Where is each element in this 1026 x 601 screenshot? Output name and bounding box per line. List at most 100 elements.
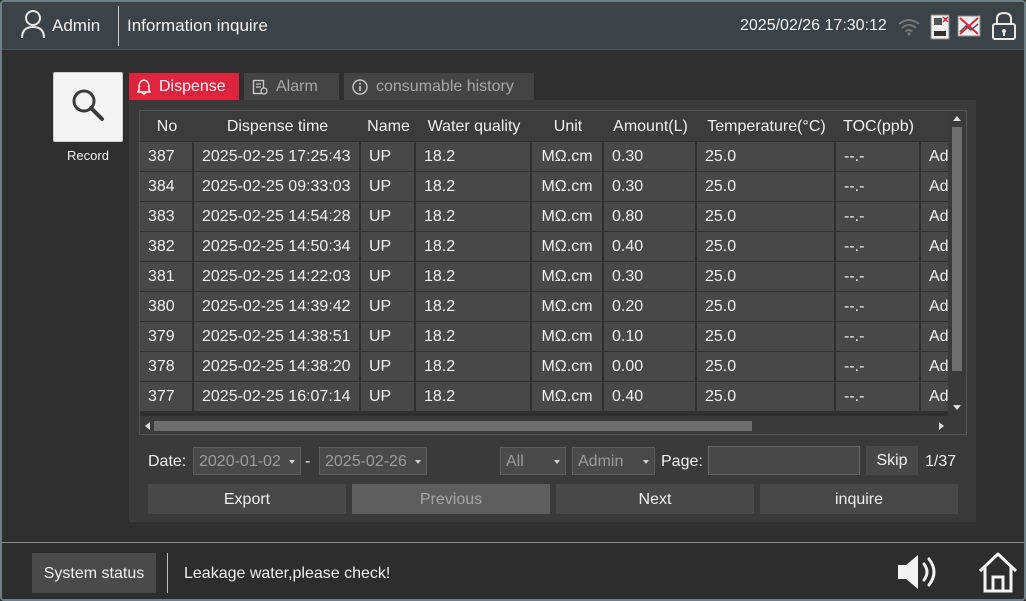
- table-cell: Ad: [921, 172, 951, 201]
- column-header[interactable]: Unit: [532, 111, 604, 141]
- table-cell: 18.2: [416, 232, 532, 261]
- table-cell: 2025-02-25 14:50:34: [194, 232, 361, 261]
- footer-divider: [167, 553, 168, 593]
- tab-consumable-history[interactable]: consumable history: [344, 73, 534, 100]
- bottom-bar: System status Leakage water,please check…: [2, 542, 1024, 599]
- tab-dispense[interactable]: Dispense: [129, 73, 239, 100]
- table-row[interactable]: 377 2025-02-25 16:07:14 UP 18.2 MΩ.cm 0.40 25.…: [140, 382, 951, 411]
- chevron-down-icon: [554, 460, 560, 464]
- table-cell: UP: [361, 142, 416, 171]
- skip-button[interactable]: Skip: [866, 446, 918, 475]
- table-cell: UP: [361, 292, 416, 321]
- table-cell: MΩ.cm: [532, 322, 604, 351]
- table-cell: 25.0: [697, 262, 836, 291]
- bell-icon: [137, 78, 151, 95]
- table-cell: MΩ.cm: [532, 352, 604, 381]
- table-row[interactable]: 381 2025-02-25 14:22:03 UP 18.2 MΩ.cm 0.30 25.…: [140, 262, 951, 291]
- scroll-right-icon[interactable]: [938, 421, 946, 431]
- column-header[interactable]: Water quality: [416, 111, 532, 141]
- table-cell: 2025-02-25 14:39:42: [194, 292, 361, 321]
- table-cell: MΩ.cm: [532, 202, 604, 231]
- table-cell: MΩ.cm: [532, 262, 604, 291]
- type-filter-select[interactable]: All: [500, 447, 566, 475]
- table-row[interactable]: 384 2025-02-25 09:33:03 UP 18.2 MΩ.cm 0.30 25.…: [140, 172, 951, 201]
- record-button[interactable]: [53, 72, 123, 142]
- table-cell: 25.0: [697, 172, 836, 201]
- horizontal-scroll-thumb[interactable]: [154, 421, 752, 431]
- user-icon: [20, 9, 46, 44]
- date-from-select[interactable]: 2020-01-02: [193, 447, 301, 475]
- date-label: Date:: [148, 453, 187, 470]
- speaker-icon[interactable]: [896, 552, 942, 597]
- table-cell: Ad: [921, 382, 951, 411]
- table-cell: 25.0: [697, 142, 836, 171]
- table-cell: 25.0: [697, 322, 836, 351]
- tab-label: Alarm: [276, 77, 318, 95]
- table-cell: 25.0: [697, 382, 836, 411]
- table-cell: 383: [140, 202, 194, 231]
- table-cell: 0.20: [604, 292, 697, 321]
- table-row[interactable]: 378 2025-02-25 14:38:20 UP 18.2 MΩ.cm 0.00 25.…: [140, 352, 951, 381]
- table-cell: MΩ.cm: [532, 142, 604, 171]
- page-title: Information inquire: [127, 16, 268, 35]
- lock-icon[interactable]: [991, 11, 1017, 46]
- table-cell: 377: [140, 382, 194, 411]
- previous-button[interactable]: Previous: [352, 484, 550, 514]
- wifi-icon: [898, 18, 920, 41]
- table-row[interactable]: 383 2025-02-25 14:54:28 UP 18.2 MΩ.cm 0.80 25.…: [140, 202, 951, 231]
- table-cell: 0.80: [604, 202, 697, 231]
- inquire-button[interactable]: inquire: [760, 484, 958, 514]
- table-row[interactable]: 382 2025-02-25 14:50:34 UP 18.2 MΩ.cm 0.40 25.…: [140, 232, 951, 261]
- column-header[interactable]: [921, 111, 951, 141]
- table-row[interactable]: 387 2025-02-25 17:25:43 UP 18.2 MΩ.cm 0.30 25.…: [140, 142, 951, 171]
- table-header: No Dispense time Name Water quality Unit Amou…: [140, 111, 951, 141]
- scroll-up-icon[interactable]: [952, 114, 962, 122]
- column-header[interactable]: Dispense time: [194, 111, 361, 141]
- column-header[interactable]: Name: [361, 111, 416, 141]
- table-cell: UP: [361, 352, 416, 381]
- date-to-value: 2025-02-26: [325, 453, 407, 470]
- chevron-down-icon: [643, 460, 649, 464]
- export-button[interactable]: Export: [148, 484, 346, 514]
- user-filter-value: Admin: [578, 453, 624, 470]
- table-row[interactable]: 380 2025-02-25 14:39:42 UP 18.2 MΩ.cm 0.20 25.…: [140, 292, 951, 321]
- alarm-list-icon: [252, 79, 268, 95]
- datetime-display: 2025/02/26 17:30:12: [740, 17, 887, 34]
- table-cell: --.-: [836, 172, 921, 201]
- table-cell: UP: [361, 382, 416, 411]
- table-cell: 18.2: [416, 382, 532, 411]
- page-label: Page:: [661, 453, 703, 470]
- scroll-left-icon[interactable]: [143, 421, 151, 431]
- column-header[interactable]: Amount(L): [604, 111, 697, 141]
- user-account[interactable]: Admin: [20, 9, 100, 44]
- table-row[interactable]: 379 2025-02-25 14:38:51 UP 18.2 MΩ.cm 0.10 25.…: [140, 322, 951, 351]
- table-cell: UP: [361, 262, 416, 291]
- scroll-down-icon[interactable]: [952, 404, 962, 412]
- tab-alarm[interactable]: Alarm: [244, 73, 339, 100]
- vertical-scroll-thumb[interactable]: [952, 127, 962, 371]
- status-message: Leakage water,please check!: [184, 565, 391, 582]
- user-filter-select[interactable]: Admin: [572, 447, 655, 475]
- next-button[interactable]: Next: [556, 484, 754, 514]
- table-cell: 0.30: [604, 262, 697, 291]
- table-cell: 18.2: [416, 262, 532, 291]
- table-cell: 0.30: [604, 172, 697, 201]
- system-status-button[interactable]: System status: [32, 553, 156, 593]
- horizontal-scrollbar[interactable]: [140, 416, 966, 434]
- table-cell: MΩ.cm: [532, 292, 604, 321]
- column-header[interactable]: No: [140, 111, 194, 141]
- table-cell: 0.40: [604, 382, 697, 411]
- table-cell: Ad: [921, 322, 951, 351]
- header-divider: [118, 6, 119, 46]
- page-input[interactable]: [708, 446, 860, 475]
- table-cell: --.-: [836, 232, 921, 261]
- date-to-select[interactable]: 2025-02-26: [319, 447, 427, 475]
- vertical-scrollbar[interactable]: [948, 111, 966, 417]
- column-header[interactable]: Temperature(°C): [697, 111, 836, 141]
- table-cell: 18.2: [416, 202, 532, 231]
- table-cell: 2025-02-25 14:38:20: [194, 352, 361, 381]
- record-label: Record: [67, 148, 109, 163]
- table-cell: 18.2: [416, 172, 532, 201]
- home-icon[interactable]: [977, 550, 1019, 599]
- column-header[interactable]: TOC(ppb): [836, 111, 921, 141]
